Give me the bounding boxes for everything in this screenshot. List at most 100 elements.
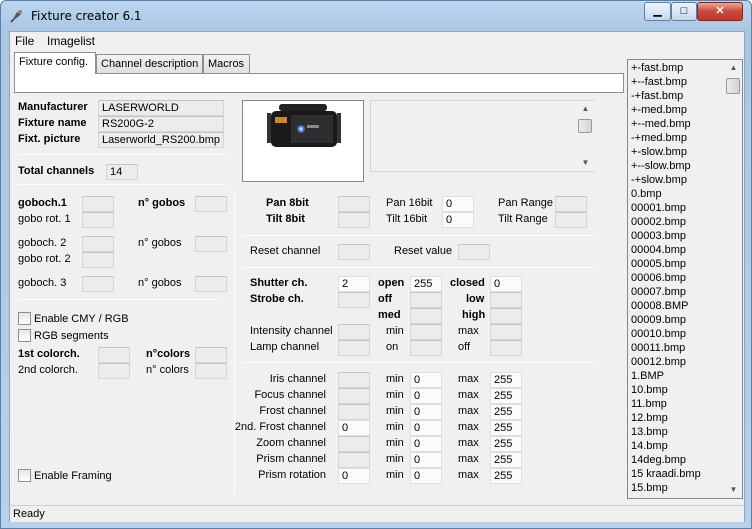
open-field[interactable]: 255 bbox=[410, 276, 442, 292]
image-list-item[interactable]: +-fast.bmp bbox=[631, 62, 683, 74]
ncolors2-field[interactable] bbox=[195, 363, 227, 379]
scroll-down-icon[interactable]: ▼ bbox=[577, 155, 594, 171]
image-list-item[interactable]: -+fast.bmp bbox=[631, 90, 683, 102]
max-field[interactable]: 255 bbox=[490, 468, 522, 484]
n-gobos3-field[interactable] bbox=[195, 276, 227, 292]
min-field[interactable]: 0 bbox=[410, 468, 442, 484]
gobo-rot1-field[interactable] bbox=[82, 212, 114, 228]
lamp-on-field[interactable] bbox=[410, 340, 442, 356]
med-field[interactable] bbox=[410, 308, 442, 324]
image-list-item[interactable]: 15.bmp bbox=[631, 482, 668, 494]
min-field[interactable]: 0 bbox=[410, 452, 442, 468]
shutter-ch-field[interactable]: 2 bbox=[338, 276, 370, 292]
pan16-field[interactable]: 0 bbox=[442, 196, 474, 212]
strobe-ch-field[interactable] bbox=[338, 292, 370, 308]
max-field[interactable]: 255 bbox=[490, 404, 522, 420]
image-list-item[interactable]: 00001.bmp bbox=[631, 202, 686, 214]
image-list-item[interactable]: 00002.bmp bbox=[631, 216, 686, 228]
image-list-item[interactable]: 00010.bmp bbox=[631, 328, 686, 340]
max-field[interactable]: 255 bbox=[490, 372, 522, 388]
tab-fixture-config[interactable]: Fixture config. bbox=[14, 52, 96, 74]
intensity-field[interactable] bbox=[338, 324, 370, 340]
image-list-item[interactable]: 14deg.bmp bbox=[631, 454, 686, 466]
scrollbar-thumb[interactable] bbox=[578, 119, 592, 133]
maximize-button[interactable]: □ bbox=[671, 2, 697, 21]
description-box[interactable]: ▲ ▼ bbox=[370, 100, 594, 172]
rgb-segments-checkbox[interactable] bbox=[18, 329, 31, 342]
fixture-picture-field[interactable]: Laserworld_RS200.bmp bbox=[98, 132, 224, 148]
image-list-item[interactable]: -+slow.bmp bbox=[631, 174, 687, 186]
description-scrollbar[interactable]: ▲ ▼ bbox=[577, 101, 594, 171]
channel-field[interactable] bbox=[338, 404, 370, 420]
image-list-item[interactable]: 10.bmp bbox=[631, 384, 668, 396]
close-button[interactable]: ✕ bbox=[697, 2, 743, 21]
image-list-item[interactable]: 00012.bmp bbox=[631, 356, 686, 368]
tilt16-field[interactable]: 0 bbox=[442, 212, 474, 228]
image-list-item[interactable]: 00006.bmp bbox=[631, 272, 686, 284]
goboch3-field[interactable] bbox=[82, 276, 114, 292]
channel-field[interactable]: 0 bbox=[338, 420, 370, 436]
min-field[interactable]: 0 bbox=[410, 404, 442, 420]
fixture-name-field[interactable]: RS200G-2 bbox=[98, 116, 224, 132]
image-list-item[interactable]: +-slow.bmp bbox=[631, 146, 687, 158]
image-list-item[interactable]: 13.bmp bbox=[631, 426, 668, 438]
pan8-field[interactable] bbox=[338, 196, 370, 212]
lamp-off-field[interactable] bbox=[490, 340, 522, 356]
tilt8-field[interactable] bbox=[338, 212, 370, 228]
image-list-item[interactable]: -+med.bmp bbox=[631, 132, 687, 144]
max-field[interactable]: 255 bbox=[490, 420, 522, 436]
image-list-item[interactable]: 0.bmp bbox=[631, 188, 662, 200]
min-field[interactable]: 0 bbox=[410, 436, 442, 452]
image-list-item[interactable]: 12.bmp bbox=[631, 412, 668, 424]
n-gobos2-field[interactable] bbox=[195, 236, 227, 252]
intensity-max-field[interactable] bbox=[490, 324, 522, 340]
total-channels-field[interactable]: 14 bbox=[106, 164, 138, 180]
image-list-item[interactable]: +--slow.bmp bbox=[631, 160, 691, 172]
enable-cmy-checkbox[interactable] bbox=[18, 312, 31, 325]
pan-range-field[interactable] bbox=[555, 196, 587, 212]
n-gobos1-field[interactable] bbox=[195, 196, 227, 212]
scrollbar-thumb[interactable] bbox=[726, 78, 740, 94]
gobo-rot2-field[interactable] bbox=[82, 252, 114, 268]
image-list-item[interactable]: +--fast.bmp bbox=[631, 76, 687, 88]
goboch1-field[interactable] bbox=[82, 196, 114, 212]
tab-macros[interactable]: Macros bbox=[203, 54, 250, 73]
closed-field[interactable]: 0 bbox=[490, 276, 522, 292]
manufacturer-field[interactable]: LASERWORLD bbox=[98, 100, 224, 116]
channel-field[interactable] bbox=[338, 436, 370, 452]
image-list-item[interactable]: 00004.bmp bbox=[631, 244, 686, 256]
image-list-item[interactable]: 14.bmp bbox=[631, 440, 668, 452]
lamp-field[interactable] bbox=[338, 340, 370, 356]
image-list-item[interactable]: 15 kraadi.bmp bbox=[631, 468, 701, 480]
image-list-item[interactable]: 11.bmp bbox=[631, 398, 667, 410]
min-field[interactable]: 0 bbox=[410, 388, 442, 404]
image-list-item[interactable]: 00008.BMP bbox=[631, 300, 688, 312]
image-list-item[interactable]: 00003.bmp bbox=[631, 230, 686, 242]
image-list-item[interactable]: 00009.bmp bbox=[631, 314, 686, 326]
image-list-scrollbar[interactable]: ▲ ▼ bbox=[725, 60, 742, 498]
channel-field[interactable] bbox=[338, 372, 370, 388]
tab-channel-description[interactable]: Channel description bbox=[96, 54, 203, 73]
max-field[interactable]: 255 bbox=[490, 452, 522, 468]
image-list-item[interactable]: +--med.bmp bbox=[631, 118, 691, 130]
image-list-item[interactable]: 00011.bmp bbox=[631, 342, 685, 354]
high-field[interactable] bbox=[490, 308, 522, 324]
scroll-up-icon[interactable]: ▲ bbox=[725, 60, 742, 76]
image-list[interactable]: +-fast.bmp +--fast.bmp -+fast.bmp +-med.bmp… bbox=[627, 59, 743, 499]
menu-file[interactable]: File bbox=[15, 34, 34, 48]
image-list-item[interactable]: 1.BMP bbox=[631, 370, 664, 382]
reset-value-field[interactable] bbox=[458, 244, 490, 260]
max-field[interactable]: 255 bbox=[490, 436, 522, 452]
low-field[interactable] bbox=[490, 292, 522, 308]
title-bar[interactable]: Fixture creator 6.1 ▁ □ ✕ bbox=[1, 1, 751, 31]
colorch2-field[interactable] bbox=[98, 363, 130, 379]
channel-field[interactable]: 0 bbox=[338, 468, 370, 484]
scroll-down-icon[interactable]: ▼ bbox=[725, 482, 742, 498]
ncolors1-field[interactable] bbox=[195, 347, 227, 363]
goboch2-field[interactable] bbox=[82, 236, 114, 252]
image-list-item[interactable]: +-med.bmp bbox=[631, 104, 687, 116]
reset-channel-field[interactable] bbox=[338, 244, 370, 260]
min-field[interactable]: 0 bbox=[410, 372, 442, 388]
enable-framing-checkbox[interactable] bbox=[18, 469, 31, 482]
intensity-min-field[interactable] bbox=[410, 324, 442, 340]
